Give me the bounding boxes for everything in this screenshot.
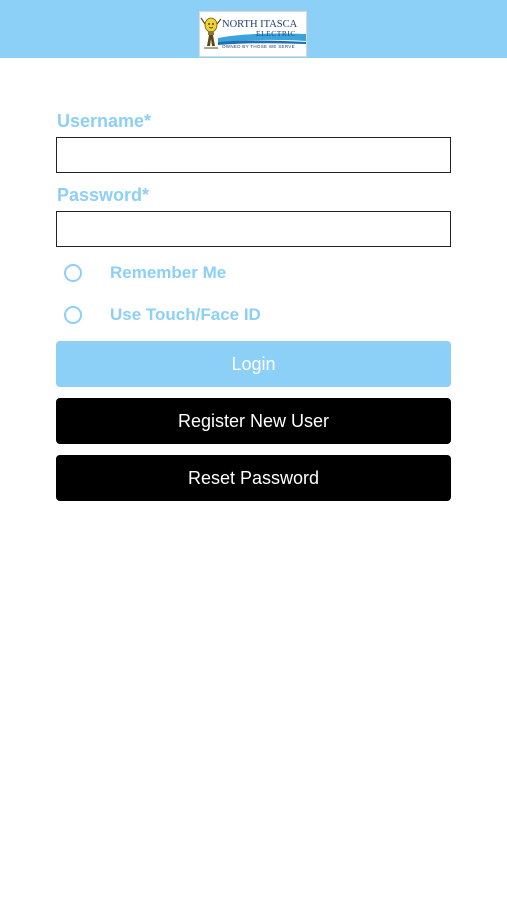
remember-me-radio[interactable]	[64, 264, 82, 282]
touch-face-id-radio[interactable]	[64, 306, 82, 324]
register-new-user-button[interactable]: Register New User	[56, 398, 451, 444]
reset-password-button[interactable]: Reset Password	[56, 455, 451, 501]
login-button[interactable]: Login	[56, 341, 451, 387]
login-screen: NORTH ITASCA ELECTRIC OWNED BY THOSE WE …	[0, 0, 507, 900]
username-input[interactable]	[56, 137, 451, 173]
touch-face-id-option[interactable]: Use Touch/Face ID	[64, 303, 261, 327]
username-label: Username*	[57, 111, 152, 131]
logo-text-line2: ELECTRIC	[256, 29, 296, 38]
app-header: NORTH ITASCA ELECTRIC OWNED BY THOSE WE …	[0, 0, 507, 58]
north-itasca-electric-logo: NORTH ITASCA ELECTRIC OWNED BY THOSE WE …	[199, 11, 307, 57]
logo-tagline: OWNED BY THOSE WE SERVE	[222, 44, 295, 49]
password-input[interactable]	[56, 211, 451, 247]
touch-face-id-label[interactable]: Use Touch/Face ID	[110, 305, 261, 325]
password-label: Password*	[57, 185, 150, 205]
remember-me-label[interactable]: Remember Me	[110, 263, 226, 283]
remember-me-option[interactable]: Remember Me	[64, 261, 226, 285]
